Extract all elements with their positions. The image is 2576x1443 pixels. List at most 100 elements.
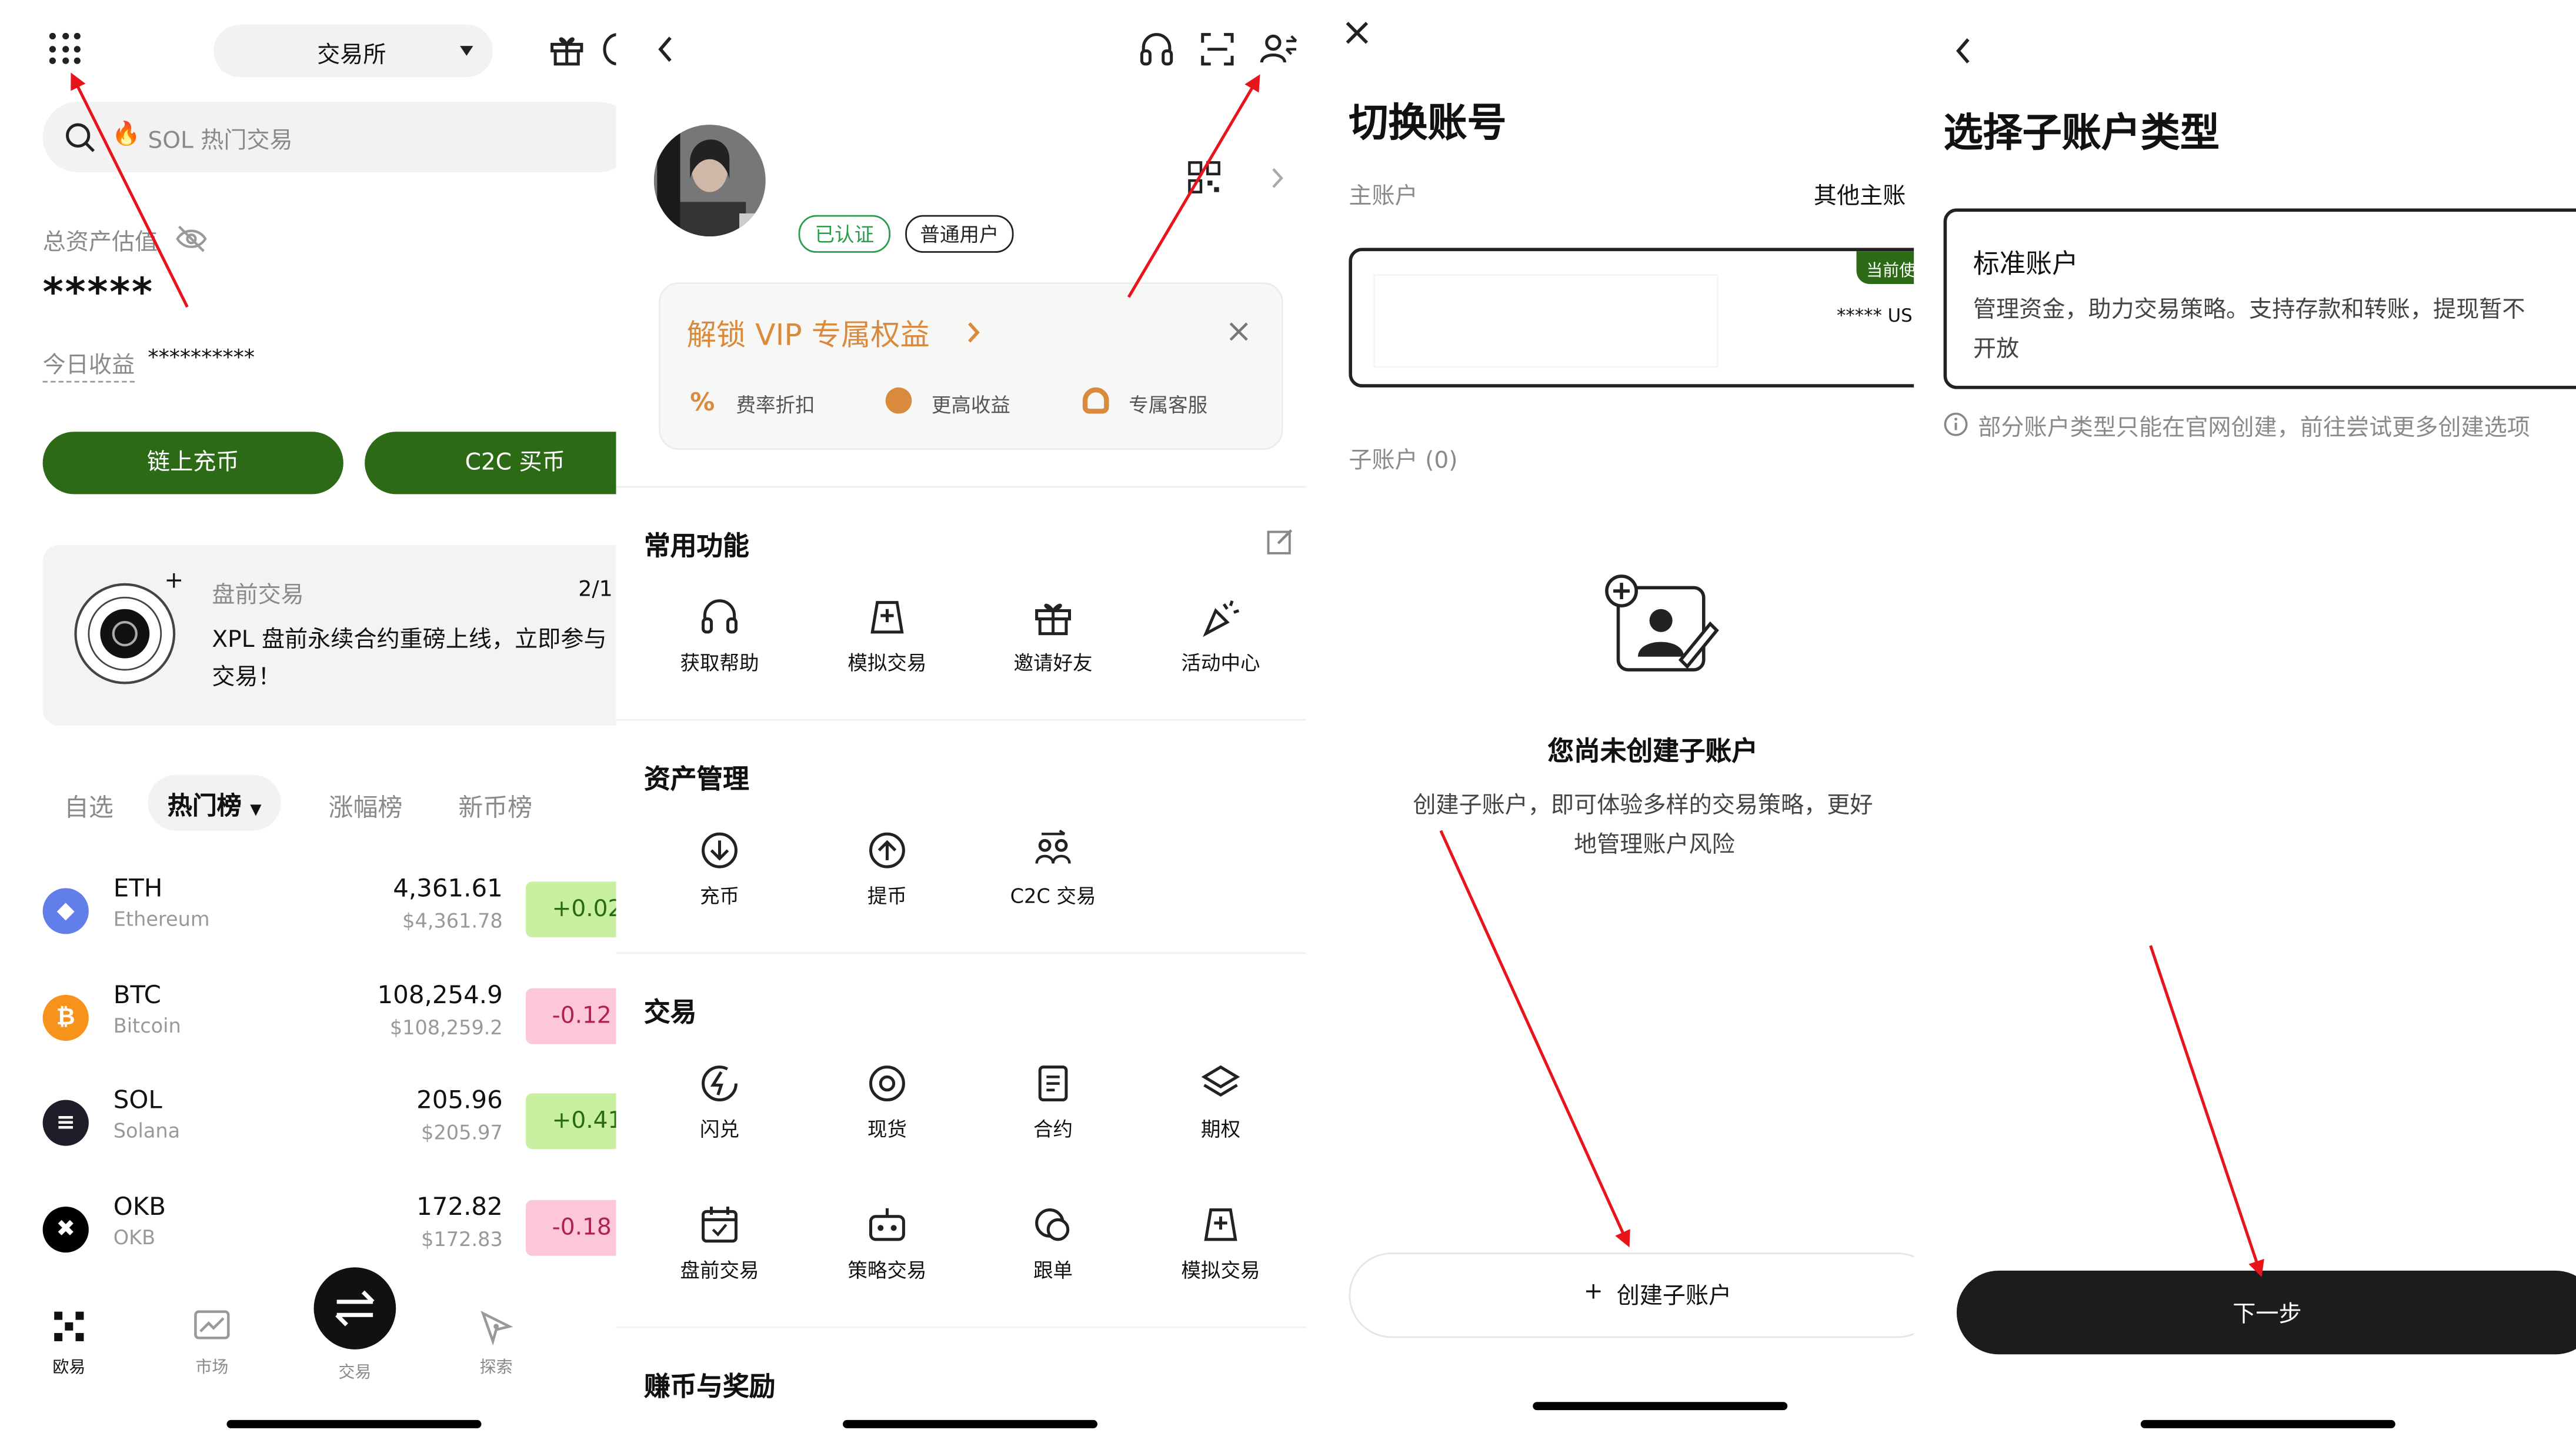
function-label: 充币	[699, 884, 740, 908]
headset-icon[interactable]	[1139, 31, 1174, 67]
other-main-accounts-link[interactable]: 其他主账	[1814, 179, 1906, 212]
coin-symbol: ETH	[113, 873, 163, 903]
coin-price: 172.82	[416, 1191, 503, 1221]
main-account-card[interactable]: 当前使 ***** US	[1349, 248, 1914, 388]
search-placeholder: SOL 热门交易	[148, 128, 293, 155]
divider	[616, 1326, 1306, 1328]
create-sub-account-button[interactable]: + 创建子账户	[1349, 1252, 1914, 1338]
table-row[interactable]: ₿ BTC Bitcoin 108,254.9 $108,259.2 -0.12	[42, 974, 616, 1057]
verified-badge: 已认证	[798, 215, 891, 253]
vip-item-yield: 更高收益	[931, 394, 1010, 417]
add-sub-account-icon	[1605, 574, 1719, 672]
vip-item-support: 专属客服	[1129, 394, 1208, 417]
sub-account-count: 子账户 (0)	[1349, 448, 1458, 475]
back-chevron-icon[interactable]	[656, 35, 676, 64]
function-layers[interactable]: 期权	[1155, 1062, 1286, 1143]
price-change-badge: +0.02	[525, 881, 616, 938]
qr-code-icon[interactable]	[1188, 161, 1221, 194]
coin-usd-price: $172.83	[421, 1227, 503, 1250]
screenshot-stage: 交易所 🔥 SOL 热门交易 总资产估值 ***** 今日收益 ********…	[0, 0, 2576, 1443]
chevron-right-icon[interactable]	[1270, 166, 1284, 191]
chat-icon[interactable]	[603, 31, 616, 67]
table-row[interactable]: ✖ OKB OKB 172.82 $172.83 -0.18	[42, 1186, 616, 1268]
promo-card-text: XPL 盘前永续合约重磅上线，立即参与	[212, 627, 607, 654]
function-copy-trade[interactable]: 跟单	[987, 1203, 1119, 1284]
standard-account-option[interactable]: 标准账户 管理资金，助力交易策略。支持存款和转账，提现暂不 开放	[1943, 208, 2576, 389]
vip-item-fee: 费率折扣	[736, 394, 815, 417]
demo-chart-icon	[870, 601, 904, 634]
tab-watchlist[interactable]: 自选	[64, 790, 114, 824]
vip-banner[interactable]: 解锁 VIP 专属权益 % 费率折扣 更高收益 专属客服	[659, 282, 1283, 450]
nav-okx[interactable]: 欧易	[20, 1310, 119, 1377]
eye-off-icon[interactable]	[176, 225, 207, 252]
function-label: 合约	[1033, 1118, 1073, 1141]
chevron-down-icon	[460, 46, 473, 56]
function-spot[interactable]: 现货	[822, 1062, 953, 1143]
gift-icon	[1035, 603, 1072, 636]
avatar[interactable]	[653, 123, 766, 238]
coin-price: 4,361.61	[393, 873, 503, 903]
function-withdraw[interactable]: 提币	[822, 829, 953, 910]
nav-market[interactable]: 市场	[163, 1310, 262, 1377]
close-icon[interactable]	[1344, 20, 1370, 46]
nav-explore-label: 探索	[479, 1359, 513, 1378]
function-bot[interactable]: 策略交易	[822, 1203, 953, 1284]
edit-icon[interactable]	[1267, 527, 1294, 555]
coin-name: OKB	[113, 1225, 156, 1249]
function-gift[interactable]: 邀请好友	[987, 596, 1119, 676]
function-calendar[interactable]: 盘前交易	[654, 1203, 785, 1284]
switch-account-icon[interactable]	[1259, 31, 1298, 67]
panel-home: 交易所 🔥 SOL 热门交易 总资产估值 ***** 今日收益 ********…	[0, 0, 616, 1443]
total-asset-value: *****	[42, 269, 154, 316]
function-label: 模拟交易	[847, 652, 927, 675]
tab-gainers[interactable]: 涨幅榜	[329, 790, 403, 824]
back-chevron-icon[interactable]	[1953, 36, 1973, 65]
close-icon[interactable]	[1227, 320, 1250, 343]
onchain-deposit-button[interactable]: 链上充币	[42, 432, 343, 495]
home-indicator	[226, 1419, 482, 1428]
coin-symbol: SOL	[113, 1085, 162, 1115]
function-headset[interactable]: 获取帮助	[654, 596, 785, 676]
next-button[interactable]: 下一步	[1956, 1270, 2576, 1355]
copy-trade-icon	[1035, 1208, 1070, 1241]
trade-fab-button[interactable]	[313, 1267, 396, 1350]
nav-okx-label: 欧易	[52, 1359, 86, 1378]
page-title: 选择子账户类型	[1943, 110, 2220, 156]
table-row[interactable]: ≡ SOL Solana 205.96 $205.97 +0.41	[42, 1080, 616, 1163]
search-icon	[66, 123, 95, 152]
function-label: 提币	[867, 884, 907, 908]
function-flash[interactable]: 闪兑	[654, 1062, 785, 1143]
apps-grid-icon[interactable]	[49, 32, 82, 66]
headset-icon	[702, 599, 738, 634]
today-pnl-label: 今日收益	[42, 348, 135, 383]
market-tabs: 自选 热门榜 ▼ 涨幅榜 新币榜	[43, 774, 616, 834]
function-demo-chart[interactable]: 模拟交易	[1155, 1203, 1286, 1284]
panel-profile: 已认证 普通用户 解锁 VIP 专属权益 % 费率折扣 更高收益 专属客服 常用…	[616, 0, 1306, 1443]
scan-icon[interactable]	[1199, 31, 1235, 67]
nav-explore[interactable]: 探索	[447, 1310, 546, 1377]
function-c2c[interactable]: C2C 交易	[987, 829, 1119, 910]
table-row[interactable]: ◆ ETH Ethereum 4,361.61 $4,361.78 +0.02	[42, 869, 616, 951]
function-deposit[interactable]: 充币	[654, 829, 785, 910]
exchange-selector[interactable]: 交易所	[213, 24, 493, 78]
empty-state-desc-2: 地管理账户风险	[1574, 832, 1735, 859]
chart-icon	[194, 1310, 230, 1340]
coin-name: Solana	[113, 1120, 181, 1143]
search-bar[interactable]: 🔥 SOL 热门交易	[42, 102, 616, 173]
price-change-badge: -0.18	[525, 1199, 616, 1255]
chevron-right-icon	[968, 322, 980, 343]
function-demo-chart[interactable]: 模拟交易	[822, 596, 953, 676]
c2c-buy-button[interactable]: C2C 买币	[365, 432, 616, 495]
function-contract[interactable]: 合约	[987, 1062, 1119, 1143]
tab-hot[interactable]: 热门榜 ▼	[148, 774, 282, 831]
function-party[interactable]: 活动中心	[1155, 596, 1286, 676]
gift-icon[interactable]	[549, 31, 585, 67]
section-title-assets: 资产管理	[644, 763, 749, 795]
promo-card[interactable]: + 盘前交易 2/1 XPL 盘前永续合约重磅上线，立即参与 交易！	[42, 545, 616, 726]
masked-balance: ***** US	[1837, 305, 1913, 327]
main-account-label: 主账户	[1349, 183, 1418, 211]
account-type-notice[interactable]: 部分账户类型只能在官网创建，前往尝试更多创建选项	[1978, 410, 2530, 443]
function-label: 跟单	[1033, 1259, 1073, 1282]
tab-new[interactable]: 新币榜	[458, 790, 532, 824]
promo-card-text-2: 交易！	[212, 664, 281, 692]
